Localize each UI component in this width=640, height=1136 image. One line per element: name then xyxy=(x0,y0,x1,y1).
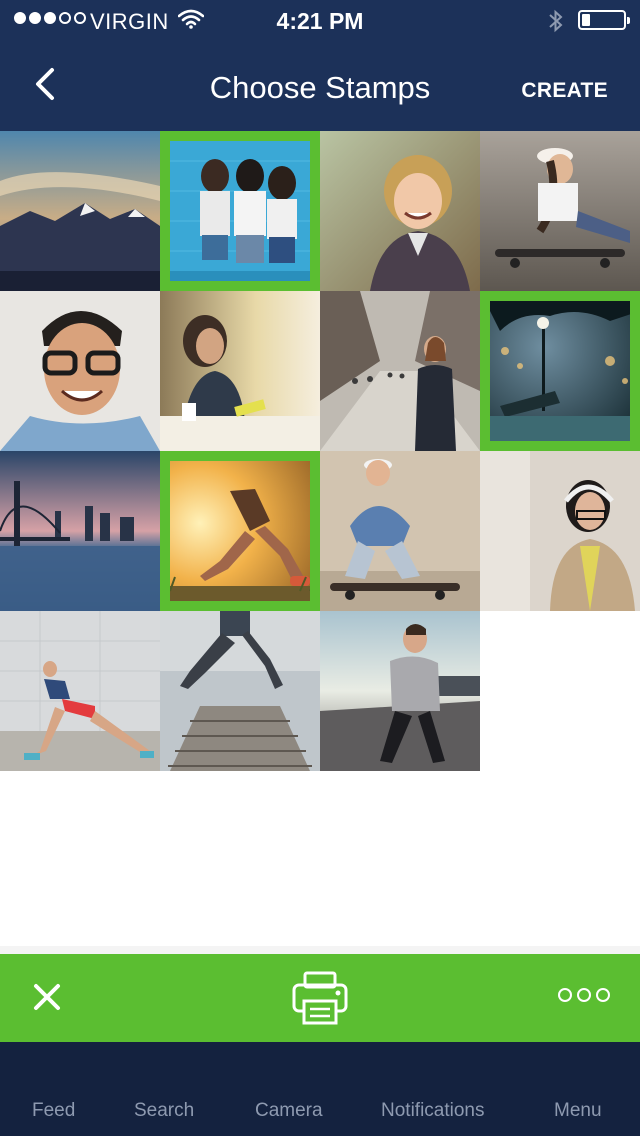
divider xyxy=(0,946,640,954)
photo-tile[interactable] xyxy=(480,291,640,451)
more-icon xyxy=(558,988,572,1002)
bluetooth-icon xyxy=(548,8,564,39)
photo-woman-cafe xyxy=(160,291,320,451)
photo-man-glasses xyxy=(0,291,160,451)
photo-park-bench-night xyxy=(480,291,640,451)
photo-skateboard-girl xyxy=(480,131,640,291)
photo-tile[interactable] xyxy=(0,131,160,291)
photo-tile[interactable] xyxy=(320,611,480,771)
photo-tile[interactable] xyxy=(160,451,320,611)
printer-icon xyxy=(288,971,352,1032)
back-button[interactable] xyxy=(24,62,68,106)
battery-icon xyxy=(578,10,630,30)
tab-menu[interactable]: Menu xyxy=(554,1100,602,1122)
photo-tile[interactable] xyxy=(320,291,480,451)
photo-tile[interactable] xyxy=(320,131,480,291)
header: VIRGIN 4:21 PM Choose Stamps CREATE xyxy=(0,0,640,131)
close-button[interactable] xyxy=(30,980,64,1014)
nav-bar: Choose Stamps CREATE xyxy=(0,40,640,131)
close-icon xyxy=(30,984,64,1018)
photo-crouching-skater xyxy=(320,451,480,611)
print-button[interactable] xyxy=(288,970,352,1028)
photo-bridge-skyline xyxy=(0,451,160,611)
status-bar: VIRGIN 4:21 PM xyxy=(0,0,640,40)
tab-camera[interactable]: Camera xyxy=(255,1100,323,1122)
photo-tile[interactable] xyxy=(0,291,160,451)
tab-notifications[interactable]: Notifications xyxy=(381,1100,485,1122)
photo-jumping-pier xyxy=(160,611,320,771)
photo-stretching-woman xyxy=(0,611,160,771)
photo-tile[interactable] xyxy=(160,291,320,451)
photo-tile[interactable] xyxy=(480,451,640,611)
photo-smiling-woman xyxy=(320,131,480,291)
photo-tile[interactable] xyxy=(0,611,160,771)
chevron-left-icon xyxy=(24,68,68,110)
photo-tile[interactable] xyxy=(0,451,160,611)
tab-bar: Feed Search Camera Notifications Menu xyxy=(0,1042,640,1136)
tab-search[interactable]: Search xyxy=(134,1100,194,1122)
status-time: 4:21 PM xyxy=(276,8,364,34)
photo-headphones-woman xyxy=(480,451,640,611)
photo-tile[interactable] xyxy=(320,451,480,611)
photo-tile[interactable] xyxy=(160,131,320,291)
photo-three-friends-selfie xyxy=(160,131,320,291)
photo-mountains xyxy=(0,131,160,291)
action-bar xyxy=(0,954,640,1042)
photo-tile[interactable] xyxy=(480,131,640,291)
photo-runner-sunset xyxy=(160,451,320,611)
create-button[interactable]: CREATE xyxy=(521,79,608,103)
more-button[interactable] xyxy=(558,988,610,1002)
photo-grid xyxy=(0,131,640,771)
photo-resting-runner xyxy=(320,611,480,771)
photo-tile[interactable] xyxy=(160,611,320,771)
photo-city-street xyxy=(320,291,480,451)
tab-feed[interactable]: Feed xyxy=(32,1100,75,1122)
